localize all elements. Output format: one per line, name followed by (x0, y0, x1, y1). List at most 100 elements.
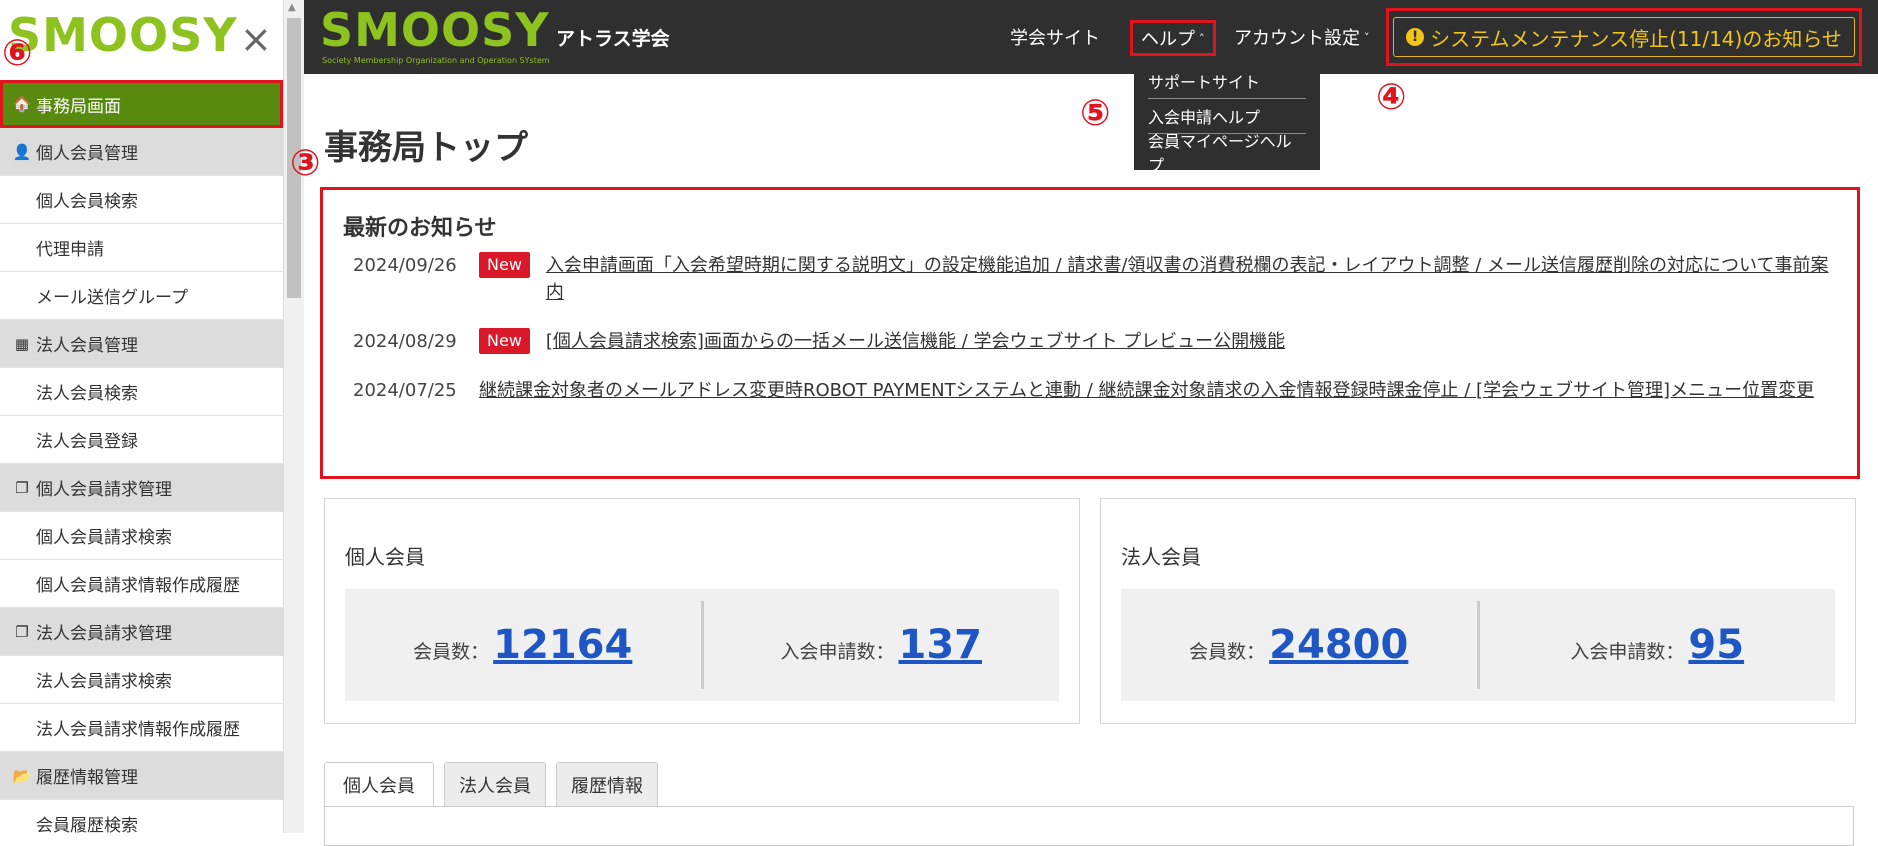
marker-3: ③ (290, 143, 321, 184)
card-stats: 会員数： 24800 入会申請数： 95 (1121, 589, 1835, 701)
sidebar-item-label: 法人会員管理 (36, 336, 138, 356)
help-menu-item-mypage-help[interactable]: 会員マイページヘルプ (1148, 132, 1306, 175)
header-logo-tagline: Society Membership Organization and Oper… (322, 56, 550, 65)
sidebar-item[interactable]: 法人会員登録 (0, 416, 283, 464)
chevron-up-icon: ˄ (1199, 31, 1205, 45)
member-count-link[interactable]: 24800 (1269, 622, 1408, 668)
member-count-label: 会員数： (413, 641, 490, 663)
application-count-stat: 入会申請数： 137 (704, 622, 1060, 668)
org-name: アトラス学会 (556, 28, 670, 50)
news-date: 2024/08/29 (353, 331, 457, 352)
tab-panel (324, 806, 1854, 846)
maintenance-notice-label: システムメンテナンス停止(11/14)のお知らせ (1430, 26, 1842, 51)
sidebar-item[interactable]: メール送信グループ (0, 272, 283, 320)
news-date: 2024/07/25 (353, 380, 457, 401)
scroll-up-icon[interactable]: ▲ (288, 2, 296, 13)
help-menu-item-support[interactable]: サポートサイト (1148, 64, 1306, 99)
news-title: 最新のお知らせ (343, 216, 497, 241)
header-logo[interactable]: SMOOSY (320, 6, 550, 54)
news-item: 2024/07/25 継続課金対象者のメールアドレス変更時ROBOT PAYMEN… (343, 377, 1837, 404)
sidebar: SMOOSY × 🏠 事務局画面 👤 個人会員管理 個人会員検索 代理申請 メール送信グルー… (0, 0, 284, 833)
new-badge: New (479, 252, 530, 278)
member-count-label: 会員数： (1189, 641, 1266, 663)
card-title: 法人会員 (1121, 545, 1201, 569)
member-count-link[interactable]: 12164 (493, 622, 632, 668)
sidebar-item-office-screen[interactable]: 🏠 事務局画面 (0, 80, 283, 128)
menu-group-icon: 👤 (12, 142, 32, 161)
sidebar-item-label: 個人会員請求情報作成履歴 (36, 576, 240, 596)
sidebar-group-header[interactable]: ▦ 法人会員管理 (0, 320, 283, 368)
corporate-member-card: 法人会員 会員数： 24800 入会申請数： 95 (1100, 498, 1856, 724)
sidebar-item-label: 個人会員請求検索 (36, 528, 172, 548)
sidebar-item[interactable]: 法人会員検索 (0, 368, 283, 416)
news-date: 2024/09/26 (353, 255, 457, 276)
menu-group-icon: ▦ (14, 334, 30, 353)
news-link[interactable]: 継続課金対象者のメールアドレス変更時ROBOT PAYMENTシステムと連動 /… (479, 377, 1814, 404)
sidebar-item-label: 個人会員請求管理 (36, 480, 172, 500)
sidebar-group-header[interactable]: 📂 履歴情報管理 (0, 752, 283, 800)
sidebar-item-label: 法人会員請求管理 (36, 624, 172, 644)
marker-4: ④ (1376, 77, 1407, 118)
nav-help-label: ヘルプ (1141, 29, 1195, 50)
card-title: 個人会員 (345, 545, 425, 569)
application-count-label: 入会申請数： (780, 641, 895, 663)
marker-6: ⑥ (2, 33, 33, 74)
menu-group-icon: 📂 (12, 766, 32, 785)
maintenance-notice-button[interactable]: ! システムメンテナンス停止(11/14)のお知らせ (1393, 17, 1855, 57)
home-icon: 🏠 (12, 95, 32, 113)
news-link[interactable]: 入会申請画面「入会希望時期に関する説明文」の設定機能追加 / 請求書/領収書の消… (546, 252, 1837, 306)
sidebar-scrollbar[interactable]: ▲ (284, 0, 304, 833)
individual-member-card: 個人会員 会員数： 12164 入会申請数： 137 (324, 498, 1080, 724)
nav-help-menu[interactable]: ヘルプ ˄ (1130, 20, 1216, 56)
sidebar-group-header[interactable]: ❐ 法人会員請求管理 (0, 608, 283, 656)
close-icon[interactable]: × (240, 20, 272, 58)
card-stats: 会員数： 12164 入会申請数： 137 (345, 589, 1059, 701)
sidebar-item[interactable]: 個人会員請求情報作成履歴 (0, 560, 283, 608)
chevron-down-icon: ˅ (1364, 30, 1370, 44)
member-count-stat: 会員数： 12164 (345, 622, 701, 668)
news-item: 2024/09/26 New 入会申請画面「入会希望時期に関する説明文」の設定機能追… (343, 252, 1837, 306)
sidebar-item-label: 法人会員検索 (36, 384, 138, 404)
sidebar-item-label: 会員履歴検索 (36, 816, 138, 833)
tab-corporate-members[interactable]: 法人会員 (444, 762, 546, 806)
sidebar-item[interactable]: 代理申請 (0, 224, 283, 272)
menu-group-icon: ❐ (15, 478, 29, 497)
sidebar-item[interactable]: 法人会員請求検索 (0, 656, 283, 704)
nav-society-site[interactable]: 学会サイト (1010, 0, 1100, 74)
new-badge: New (479, 328, 530, 354)
application-count-link[interactable]: 95 (1688, 622, 1744, 668)
news-item: 2024/08/29 New [個人会員請求検索]画面からの一括メール送信機能 / … (343, 328, 1837, 355)
sidebar-group-header[interactable]: 👤 個人会員管理 (0, 128, 283, 176)
nav-account-settings[interactable]: アカウント設定 ˅ (1234, 0, 1370, 74)
sidebar-header: SMOOSY × (0, 0, 283, 80)
sidebar-item[interactable]: 個人会員検索 (0, 176, 283, 224)
sidebar-item[interactable]: 個人会員請求検索 (0, 512, 283, 560)
sidebar-item-label: 代理申請 (36, 240, 104, 260)
warning-icon: ! (1406, 28, 1425, 46)
nav-account-label: アカウント設定 (1234, 28, 1360, 49)
sidebar-item[interactable]: 法人会員請求情報作成履歴 (0, 704, 283, 752)
sidebar-item-label: 法人会員登録 (36, 432, 138, 452)
sidebar-logo[interactable]: SMOOSY (8, 8, 238, 62)
application-count-label: 入会申請数： (1570, 641, 1685, 663)
sidebar-item-label: メール送信グループ (36, 288, 188, 308)
application-count-stat: 入会申請数： 95 (1480, 622, 1836, 668)
tab-history-info[interactable]: 履歴情報 (556, 762, 658, 806)
member-count-stat: 会員数： 24800 (1121, 622, 1477, 668)
sidebar-item-label: 事務局画面 (36, 96, 121, 117)
marker-5: ⑤ (1080, 93, 1111, 134)
help-dropdown: サポートサイト 入会申請ヘルプ 会員マイページヘルプ (1134, 64, 1320, 175)
sidebar-group-header[interactable]: ❐ 個人会員請求管理 (0, 464, 283, 512)
page-title: 事務局トップ (324, 128, 528, 168)
tab-individual-members[interactable]: 個人会員 (324, 762, 434, 806)
application-count-link[interactable]: 137 (899, 622, 983, 668)
sidebar-item[interactable]: 会員履歴検索 (0, 800, 283, 833)
news-link[interactable]: [個人会員請求検索]画面からの一括メール送信機能 / 学会ウェブサイト プレビュ… (546, 328, 1285, 355)
tab-bar: 個人会員 法人会員 履歴情報 (324, 762, 668, 806)
sidebar-menu: 🏠 事務局画面 👤 個人会員管理 個人会員検索 代理申請 メール送信グループ ▦ 法人会員管理法… (0, 80, 283, 833)
news-list: 2024/09/26 New 入会申請画面「入会希望時期に関する説明文」の設定機能追… (343, 252, 1837, 404)
sidebar-item-label: 法人会員請求検索 (36, 672, 172, 692)
top-header: SMOOSY Society Membership Organization a… (304, 0, 1878, 74)
sidebar-item-label: 履歴情報管理 (36, 768, 138, 788)
sidebar-item-label: 個人会員管理 (36, 144, 138, 164)
